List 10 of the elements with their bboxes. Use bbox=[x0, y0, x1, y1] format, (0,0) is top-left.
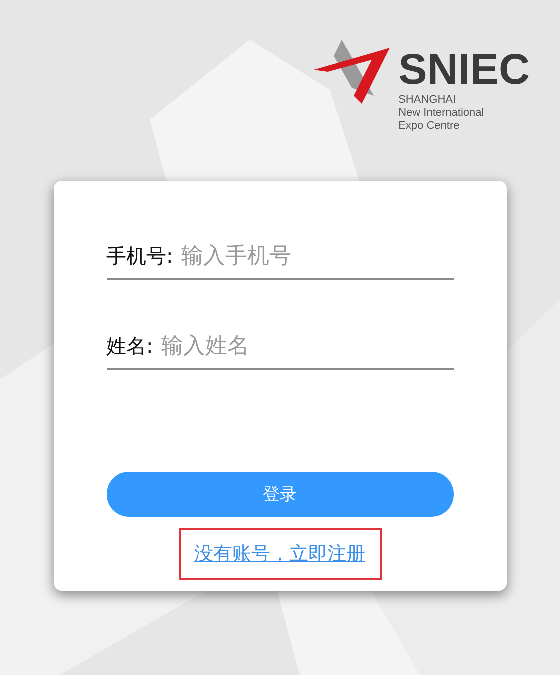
input-field[interactable]: 输入手机号 bbox=[181, 244, 454, 268]
field-label: 姓名: bbox=[106, 332, 154, 360]
field-label: 手机号: bbox=[106, 242, 174, 270]
register-link[interactable]: 没有账号，立即注册 bbox=[194, 543, 366, 565]
logo-name: SNIEC bbox=[398, 50, 530, 90]
input-field[interactable]: 输入姓名 bbox=[161, 334, 454, 358]
login-button[interactable]: 登录 bbox=[106, 472, 454, 517]
logo-subtitle: Expo Centre bbox=[398, 120, 461, 133]
logo-subtitle: SHANGHAI bbox=[398, 94, 458, 107]
logo-subtitle: New International bbox=[398, 107, 486, 120]
